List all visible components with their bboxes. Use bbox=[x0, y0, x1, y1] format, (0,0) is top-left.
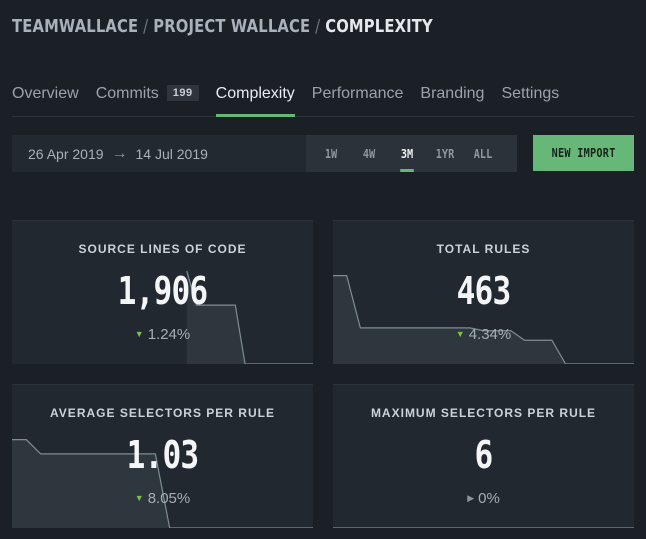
metric-card-total-rules[interactable]: TOTAL RULES 463 ▼ 4.34% bbox=[333, 220, 634, 364]
tab-label: Settings bbox=[501, 85, 560, 102]
triangle-down-icon: ▼ bbox=[134, 493, 144, 503]
breadcrumb-separator: / bbox=[143, 16, 149, 37]
date-range-picker[interactable]: 26 Apr 2019 → 14 Jul 2019 bbox=[12, 135, 306, 172]
range-4w[interactable]: 4W bbox=[353, 147, 385, 161]
tab-label: Branding bbox=[420, 85, 485, 102]
date-from: 26 Apr 2019 bbox=[28, 145, 104, 162]
metric-card-avg-selectors[interactable]: AVERAGE SELECTORS PER RULE 1.03 ▼ 8.05% bbox=[12, 384, 313, 528]
metric-title: TOTAL RULES bbox=[436, 242, 531, 256]
new-import-label: NEW IMPORT bbox=[551, 146, 616, 160]
metric-title: SOURCE LINES OF CODE bbox=[78, 242, 247, 256]
metric-delta-value: 1.24% bbox=[147, 326, 191, 343]
breadcrumb-team[interactable]: TEAMWALLACE bbox=[12, 16, 138, 37]
metric-value: 6 bbox=[474, 433, 494, 477]
metric-delta-value: 0% bbox=[478, 490, 500, 507]
new-import-button[interactable]: NEW IMPORT bbox=[533, 135, 634, 171]
commits-count-badge: 199 bbox=[166, 85, 199, 101]
tab-label: Overview bbox=[12, 85, 79, 102]
range-1w[interactable]: 1W bbox=[315, 147, 347, 161]
date-toolbar: 26 Apr 2019 → 14 Jul 2019 1W 4W 3M 1YR A… bbox=[12, 135, 517, 172]
tab-branding[interactable]: Branding bbox=[420, 84, 484, 116]
range-1yr[interactable]: 1YR bbox=[429, 147, 461, 161]
breadcrumb-separator: / bbox=[315, 16, 321, 37]
metric-value: 463 bbox=[456, 269, 512, 313]
metric-delta: ▼ 8.05% bbox=[12, 490, 313, 507]
breadcrumb: TEAMWALLACE / PROJECT WALLACE / COMPLEXITY bbox=[12, 16, 433, 37]
range-all[interactable]: ALL bbox=[467, 147, 499, 161]
breadcrumb-current: COMPLEXITY bbox=[325, 16, 433, 37]
tab-label: Commits bbox=[95, 85, 159, 102]
triangle-down-icon: ▼ bbox=[455, 329, 465, 339]
tab-commits[interactable]: Commits 199 bbox=[96, 84, 199, 116]
metric-title: AVERAGE SELECTORS PER RULE bbox=[50, 406, 275, 420]
metric-card-source-lines[interactable]: SOURCE LINES OF CODE 1,906 ▼ 1.24% bbox=[12, 220, 313, 364]
tab-overview[interactable]: Overview bbox=[12, 84, 79, 116]
date-to: 14 Jul 2019 bbox=[135, 145, 208, 162]
metric-delta: ▶ 0% bbox=[333, 490, 634, 507]
metric-delta-value: 8.05% bbox=[147, 490, 191, 507]
metric-delta: ▼ 1.24% bbox=[12, 326, 313, 343]
metric-value: 1,906 bbox=[117, 269, 209, 313]
project-tabs: Overview Commits 199 Complexity Performan… bbox=[12, 84, 634, 117]
tab-complexity[interactable]: Complexity bbox=[215, 84, 295, 117]
tab-label: Performance bbox=[311, 85, 404, 102]
triangle-right-icon: ▶ bbox=[467, 493, 475, 503]
tab-settings[interactable]: Settings bbox=[501, 84, 559, 116]
metric-value: 1.03 bbox=[126, 433, 200, 477]
range-3m[interactable]: 3M bbox=[391, 147, 423, 172]
triangle-down-icon: ▼ bbox=[134, 329, 144, 339]
metric-card-max-selectors[interactable]: MAXIMUM SELECTORS PER RULE 6 ▶ 0% bbox=[333, 384, 634, 528]
metric-title: MAXIMUM SELECTORS PER RULE bbox=[370, 406, 597, 420]
range-selector: 1W 4W 3M 1YR ALL bbox=[306, 135, 517, 172]
metric-delta-value: 4.34% bbox=[468, 326, 512, 343]
tab-label: Complexity bbox=[215, 85, 295, 102]
arrow-right-icon: → bbox=[111, 144, 128, 162]
breadcrumb-project[interactable]: PROJECT WALLACE bbox=[153, 16, 310, 37]
metric-delta: ▼ 4.34% bbox=[333, 326, 634, 343]
tab-performance[interactable]: Performance bbox=[312, 84, 404, 116]
